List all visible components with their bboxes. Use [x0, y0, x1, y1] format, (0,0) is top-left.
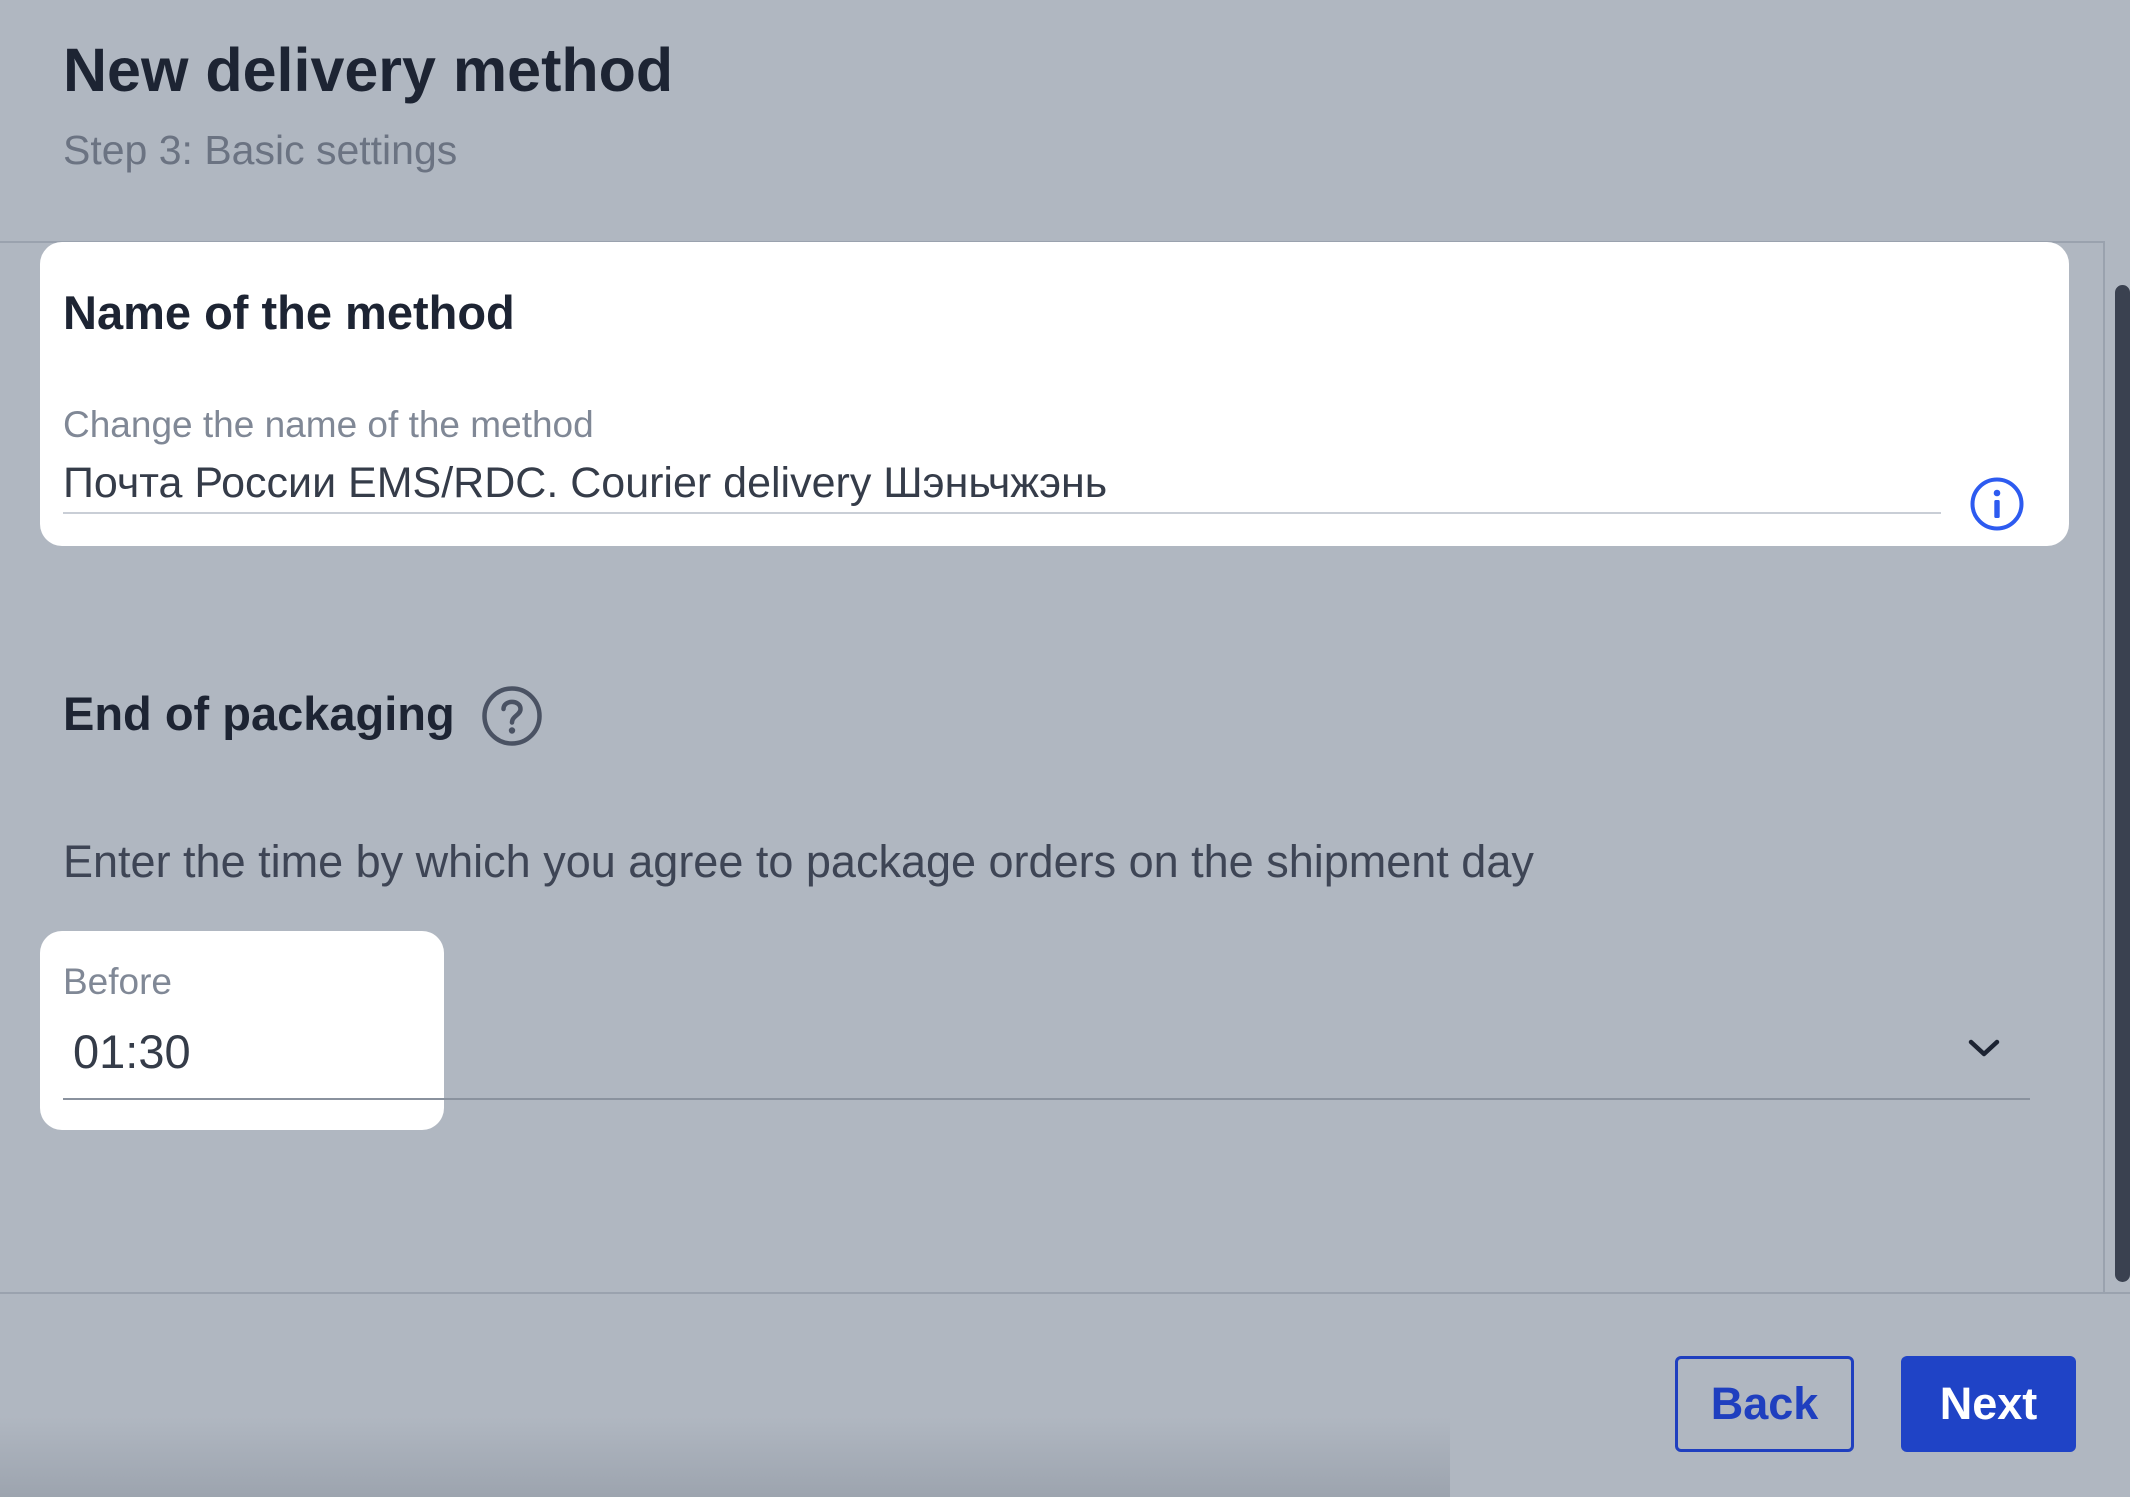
next-button[interactable]: Next	[1901, 1356, 2076, 1452]
step-subtitle: Step 3: Basic settings	[63, 127, 458, 173]
footer-divider	[0, 1292, 2130, 1294]
dialog-page: New delivery method Step 3: Basic settin…	[0, 0, 2130, 1497]
before-time-select[interactable]: 01:30	[63, 1016, 2030, 1100]
before-time-value: 01:30	[73, 1025, 191, 1078]
info-icon[interactable]	[1969, 476, 2025, 532]
name-field-label: Change the name of the method	[63, 404, 594, 445]
name-of-method-card: Name of the method Change the name of th…	[40, 242, 2069, 546]
before-field-label: Before	[63, 961, 173, 1002]
page-title: New delivery method	[63, 36, 674, 104]
back-button[interactable]: Back	[1675, 1356, 1854, 1452]
method-name-input[interactable]	[63, 454, 1941, 514]
name-section-title: Name of the method	[63, 286, 515, 339]
chevron-down-icon[interactable]	[1967, 1038, 2001, 1060]
help-question-icon[interactable]	[481, 685, 543, 747]
scrollbar-track	[2103, 241, 2105, 1293]
scrollbar-thumb[interactable]	[2115, 285, 2130, 1282]
bottom-shade	[0, 1417, 1450, 1497]
packaging-section-title: End of packaging	[63, 687, 455, 740]
packaging-description: Enter the time by which you agree to pac…	[63, 836, 1534, 887]
